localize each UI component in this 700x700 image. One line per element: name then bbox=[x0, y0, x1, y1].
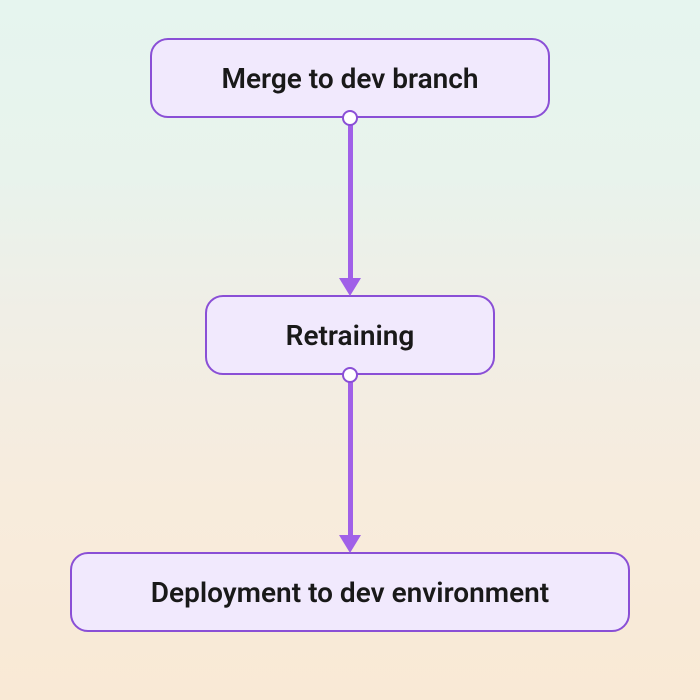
flow-node-label: Deployment to dev environment bbox=[151, 576, 549, 609]
flowchart-canvas: Merge to dev branch Retraining Deploymen… bbox=[0, 0, 700, 700]
flow-node-deployment-to-dev-environment: Deployment to dev environment bbox=[70, 552, 630, 632]
flow-edge bbox=[348, 124, 353, 280]
flow-node-retraining: Retraining bbox=[205, 295, 495, 375]
arrow-down-icon bbox=[339, 278, 361, 296]
flow-node-label: Merge to dev branch bbox=[221, 62, 478, 95]
flow-edge bbox=[348, 381, 353, 537]
arrow-down-icon bbox=[339, 535, 361, 553]
connector-port-icon bbox=[342, 367, 358, 383]
connector-port-icon bbox=[342, 110, 358, 126]
flow-node-merge-to-dev-branch: Merge to dev branch bbox=[150, 38, 550, 118]
flow-node-label: Retraining bbox=[286, 319, 415, 352]
